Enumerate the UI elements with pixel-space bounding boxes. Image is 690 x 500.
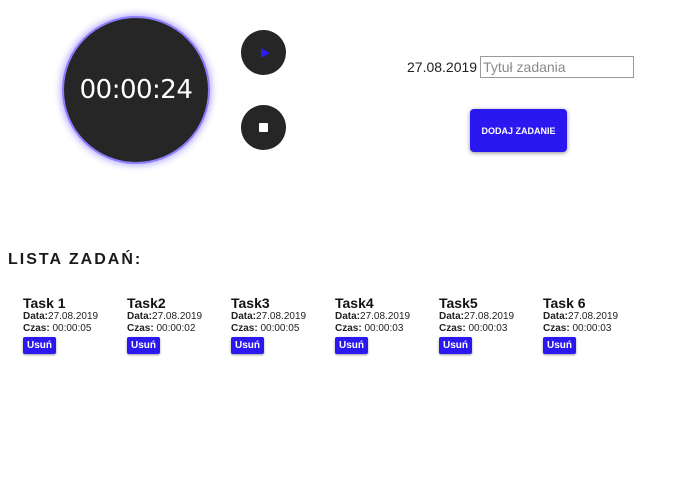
task-time: Czas: 00:00:05	[231, 323, 331, 335]
task-title: Task2	[127, 295, 166, 311]
play-button[interactable]	[241, 30, 286, 75]
list-item: Task3 Data:27.08.2019 Czas: 00:00:05 Usu…	[231, 295, 331, 354]
task-date-value: 27.08.2019	[360, 311, 411, 322]
task-title: Task 1	[23, 295, 66, 311]
task-time: Czas: 00:00:03	[543, 323, 643, 335]
task-date-value: 27.08.2019	[48, 311, 99, 322]
list-item: Task 6 Data:27.08.2019 Czas: 00:00:03 Us…	[543, 295, 643, 354]
task-title: Task4	[335, 295, 374, 311]
form-date: 27.08.2019	[407, 59, 478, 75]
add-task-form: 27.08.2019	[407, 56, 635, 78]
timer-clock: 00:00:24	[64, 18, 208, 162]
task-date-value: 27.08.2019	[568, 311, 619, 322]
task-time-value: 00:00:02	[156, 323, 196, 334]
page: 00:00:24 27.08.2019 DODAJ ZADANIE LISTA …	[0, 0, 690, 500]
task-time-value: 00:00:03	[468, 323, 508, 334]
task-time-label: Czas:	[335, 323, 362, 334]
task-time-value: 00:00:05	[260, 323, 300, 334]
task-date-label: Data:	[335, 311, 361, 322]
delete-task-button[interactable]: Usuń	[127, 337, 160, 354]
task-date: Data:27.08.2019	[231, 311, 331, 323]
list-item: Task5 Data:27.08.2019 Czas: 00:00:03 Usu…	[439, 295, 539, 354]
delete-task-button[interactable]: Usuń	[231, 337, 264, 354]
task-title-input[interactable]	[480, 56, 635, 78]
task-date: Data:27.08.2019	[23, 311, 123, 323]
play-icon	[260, 47, 270, 58]
task-date: Data:27.08.2019	[335, 311, 435, 323]
task-time: Czas: 00:00:05	[23, 323, 123, 335]
list-item: Task4 Data:27.08.2019 Czas: 00:00:03 Usu…	[335, 295, 435, 354]
task-time: Czas: 00:00:03	[335, 323, 435, 335]
task-date-value: 27.08.2019	[152, 311, 203, 322]
task-time-label: Czas:	[231, 323, 258, 334]
task-date-value: 27.08.2019	[464, 311, 515, 322]
task-date-label: Data:	[543, 311, 569, 322]
task-time: Czas: 00:00:03	[439, 323, 539, 335]
delete-task-button[interactable]: Usuń	[335, 337, 368, 354]
task-date-label: Data:	[231, 311, 257, 322]
task-time: Czas: 00:00:02	[127, 323, 227, 335]
task-time-label: Czas:	[439, 323, 466, 334]
task-title: Task5	[439, 295, 478, 311]
task-date: Data:27.08.2019	[439, 311, 539, 323]
task-date-label: Data:	[23, 311, 49, 322]
task-time-label: Czas:	[543, 323, 570, 334]
add-task-button[interactable]: DODAJ ZADANIE	[470, 109, 567, 152]
task-title: Task3	[231, 295, 270, 311]
task-date: Data:27.08.2019	[543, 311, 643, 323]
task-title: Task 6	[543, 295, 586, 311]
task-list-heading: LISTA ZADAŃ:	[8, 251, 143, 268]
list-item: Task 1 Data:27.08.2019 Czas: 00:00:05 Us…	[23, 295, 123, 354]
task-time-value: 00:00:05	[52, 323, 92, 334]
delete-task-button[interactable]: Usuń	[23, 337, 56, 354]
task-time-value: 00:00:03	[572, 323, 612, 334]
task-time-label: Czas:	[23, 323, 50, 334]
task-date: Data:27.08.2019	[127, 311, 227, 323]
task-date-label: Data:	[439, 311, 465, 322]
task-date-value: 27.08.2019	[256, 311, 307, 322]
list-item: Task2 Data:27.08.2019 Czas: 00:00:02 Usu…	[127, 295, 227, 354]
delete-task-button[interactable]: Usuń	[543, 337, 576, 354]
stop-button[interactable]	[241, 105, 286, 150]
task-date-label: Data:	[127, 311, 153, 322]
stop-icon	[259, 123, 268, 132]
task-time-value: 00:00:03	[364, 323, 404, 334]
delete-task-button[interactable]: Usuń	[439, 337, 472, 354]
task-time-label: Czas:	[127, 323, 154, 334]
timer-display: 00:00:24	[79, 75, 193, 105]
